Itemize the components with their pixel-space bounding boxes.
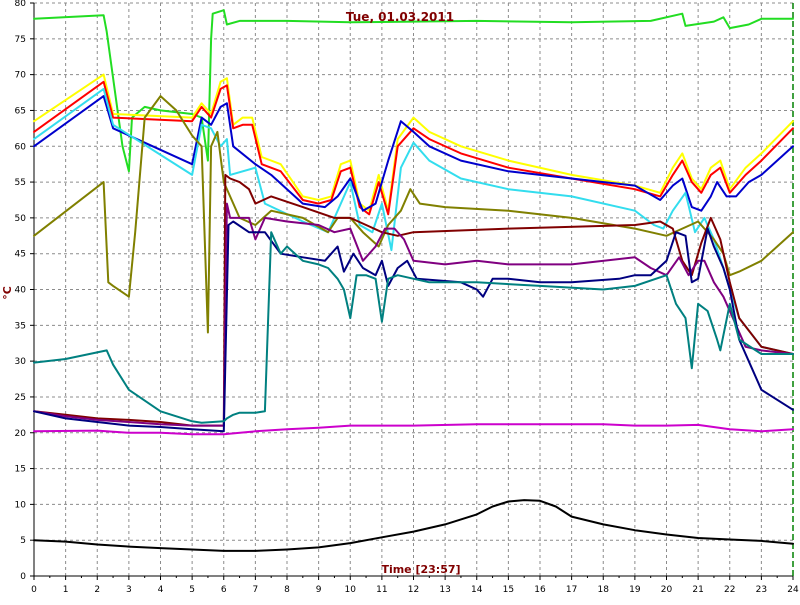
x-tick-label: 5	[189, 585, 195, 595]
x-tick-label: 2	[94, 585, 100, 595]
y-tick-label: 40	[15, 286, 27, 296]
y-tick-label: 70	[15, 71, 27, 81]
y-tick-label: 10	[15, 500, 27, 510]
line-chart: 0 1 2 3 4 5 6 7 8 9 10 11 12 13 14 15 16 17 18 19 20 21 22 23 24…	[1, 0, 799, 595]
x-tick-label: 19	[629, 585, 641, 595]
y-tick-label: 45	[15, 250, 26, 260]
x-tick-label: 23	[756, 585, 767, 595]
y-tick-label: 55	[15, 178, 26, 188]
x-tick-label: 13	[439, 585, 450, 595]
x-tick-label: 6	[221, 585, 227, 595]
y-tick-label: 5	[20, 536, 26, 546]
x-tick-label: 14	[471, 585, 483, 595]
x-tick-label: 3	[126, 585, 132, 595]
y-tick-label: 50	[15, 214, 27, 224]
x-tick-label: 22	[724, 585, 735, 595]
y-tick-label: 0	[20, 572, 26, 582]
y-tick-label: 20	[15, 429, 27, 439]
x-tick-label: 20	[661, 585, 673, 595]
x-tick-label: 18	[598, 585, 610, 595]
x-tick-label: 17	[566, 585, 577, 595]
axes	[30, 2, 794, 580]
grid-lines	[34, 2, 793, 576]
y-tick-label: 75	[15, 35, 26, 45]
y-tick-label: 30	[15, 357, 27, 367]
y-tick-label: 15	[15, 465, 26, 475]
x-tick-label: 24	[787, 585, 799, 595]
y-tick-label: 60	[15, 142, 27, 152]
chart-title: Tue, 01.03.2011	[346, 10, 454, 24]
x-tick-label: 1	[63, 585, 69, 595]
x-tick-label: 16	[534, 585, 546, 595]
x-tick-label: 15	[503, 585, 514, 595]
y-tick-label: 35	[15, 321, 26, 331]
x-tick-label: 10	[345, 585, 357, 595]
x-tick-label: 4	[158, 585, 164, 595]
series-line-8	[33, 202, 794, 427]
x-tick-label: 8	[284, 585, 290, 595]
x-tick-label: 11	[376, 585, 387, 595]
tick-labels: 0 1 2 3 4 5 6 7 8 9 10 11 12 13 14 15 16 17 18 19 20 21 22 23 24…	[15, 0, 799, 595]
x-tick-label: 21	[692, 585, 703, 595]
x-tick-label: 12	[408, 585, 419, 595]
x-axis-label: Time [23:57]	[381, 563, 460, 576]
y-tick-label: 25	[15, 393, 26, 403]
y-axis-label: °C	[1, 286, 14, 300]
y-tick-label: 65	[15, 106, 26, 116]
y-tick-label: 80	[15, 0, 27, 9]
chart-area: 0 1 2 3 4 5 6 7 8 9 10 11 12 13 14 15 16 17 18 19 20 21 22 23 24…	[0, 0, 800, 600]
x-tick-label: 0	[31, 585, 37, 595]
x-tick-label: 9	[316, 585, 322, 595]
x-tick-label: 7	[253, 585, 259, 595]
